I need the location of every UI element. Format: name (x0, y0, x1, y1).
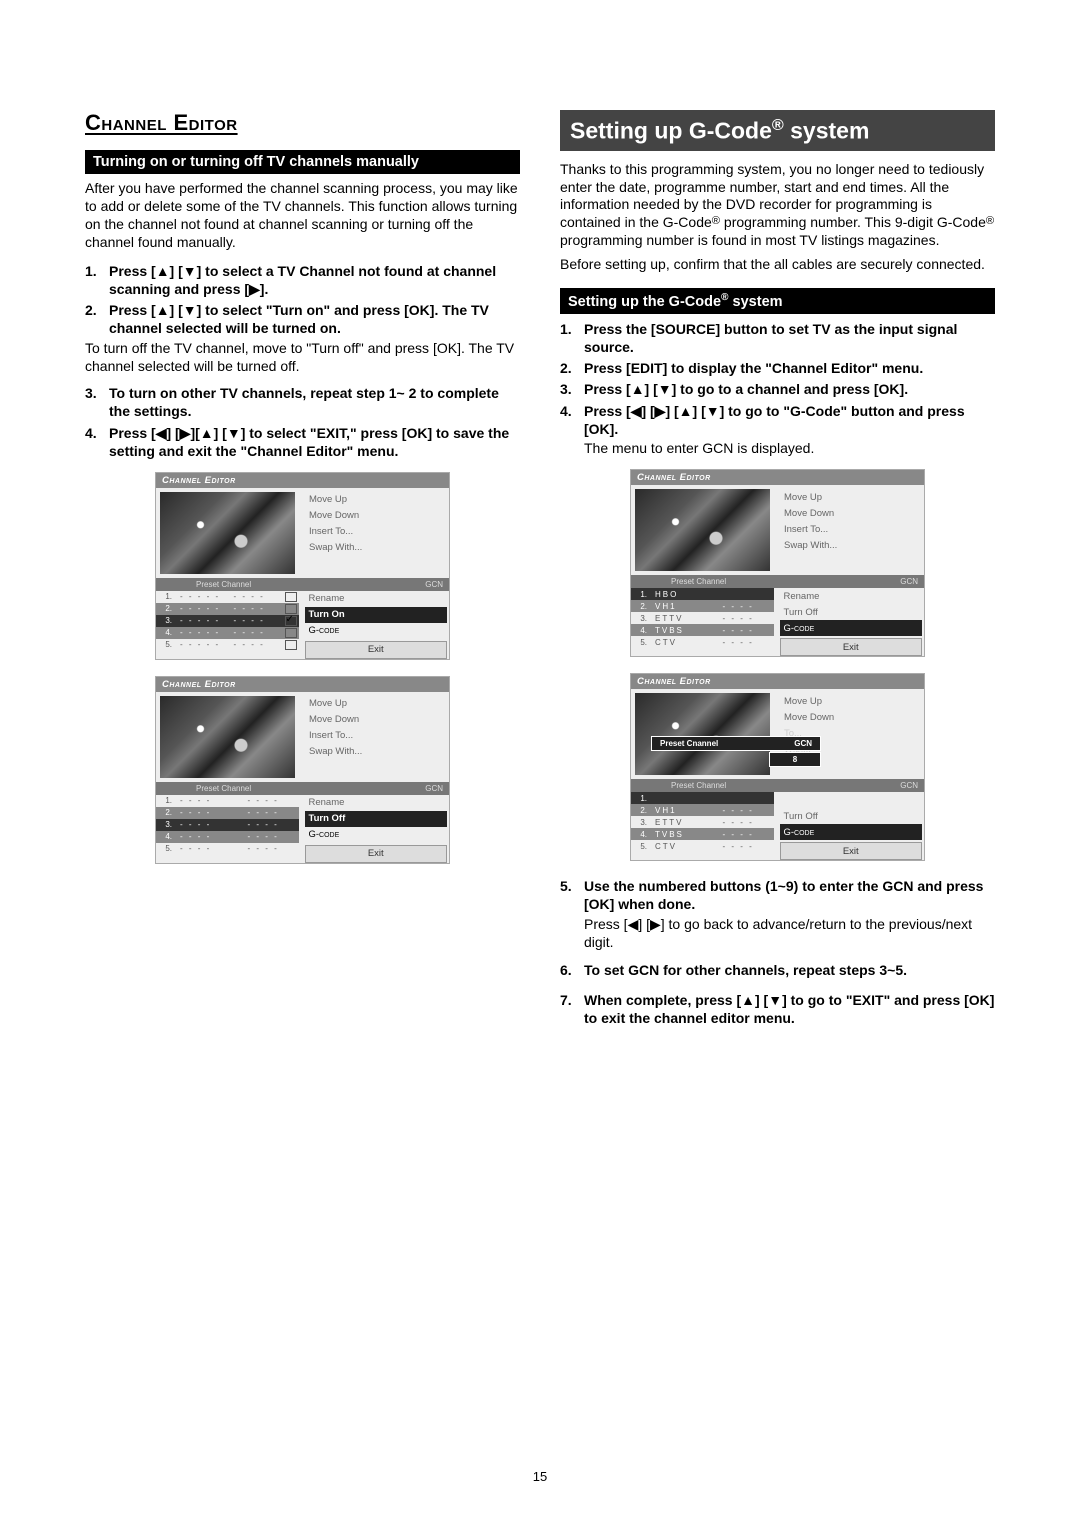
intro-paragraph-1: Thanks to this programming system, you n… (560, 161, 995, 251)
menu-gcode: G-code (305, 623, 448, 639)
ui-screenshot-gcn-input: Channel Editor Move Up Move Down To... W… (630, 673, 925, 861)
menu-swap-with: Swap With... (305, 540, 447, 556)
sub-title-bar-right: Setting up the G-Code® system (560, 288, 995, 314)
right-steps: Press the [SOURCE] button to set TV as t… (560, 320, 995, 457)
left-steps-cont: To turn on other TV channels, repeat ste… (85, 384, 520, 460)
menu-move-down: Move Down (305, 508, 447, 524)
right-column: Setting up G-Code® system Thanks to this… (560, 110, 995, 1031)
menu-exit: Exit (305, 641, 448, 659)
ui-screenshot-gcode-select: Channel Editor Move Up Move Down Insert … (630, 469, 925, 657)
intro-paragraph: After you have performed the channel sca… (85, 180, 520, 252)
ui-channel-list: 1.- - - - -- - - - 2.- - - - -- - - - 3.… (156, 591, 299, 659)
ui-side-menu: Move Up Move Down Insert To... Swap With… (299, 488, 449, 578)
left-steps: Press [▲] [▼] to select a TV Channel not… (85, 262, 520, 338)
step-2: Press [EDIT] to display the "Channel Edi… (560, 359, 995, 377)
step-4: Press [◀] [▶][▲] [▼] to select "EXIT," p… (85, 424, 520, 460)
step-4: Press [◀] [▶] [▲] [▼] to go to "G-Code" … (560, 402, 995, 458)
ui-title: Channel Editor (631, 470, 924, 485)
step-7: When complete, press [▲] [▼] to go to "E… (560, 991, 995, 1027)
ui-preview-image (160, 696, 295, 778)
step-3: To turn on other TV channels, repeat ste… (85, 384, 520, 420)
page-number: 15 (0, 1469, 1080, 1484)
gcn-overlay-value: 8 (769, 752, 821, 767)
left-column: Channel Editor Turning on or turning off… (85, 110, 520, 1031)
ui-side-menu: Move Up Move Down Insert To... Swap With… (774, 485, 924, 575)
menu-turn-off: Turn Off (305, 811, 448, 827)
hero-title: Setting up G-Code® system (560, 110, 995, 151)
menu-gcode-selected: G-code (780, 620, 923, 636)
ui-side-menu-2: Rename Turn Off G-code Exit (299, 795, 450, 863)
ui-side-menu-2: Rename Turn On G-code Exit (299, 591, 450, 659)
ui-channel-list: 1.- - - -- - - - 2.- - - -- - - - 3.- - … (156, 795, 299, 863)
ui-table-header: Preset ChannelGCN (156, 578, 449, 591)
menu-move-up: Move Up (305, 492, 447, 508)
step-6: To set GCN for other channels, repeat st… (560, 961, 995, 979)
right-steps-cont: Use the numbered buttons (1~9) to enter … (560, 877, 995, 1027)
ui-title: Channel Editor (156, 677, 449, 692)
ui-side-menu-2: Turn Off G-code Exit (774, 792, 925, 860)
ui-table-header: Preset ChannelGCN (156, 782, 449, 795)
step-1: Press [▲] [▼] to select a TV Channel not… (85, 262, 520, 298)
sub-title-bar: Turning on or turning off TV channels ma… (85, 150, 520, 174)
ui-channel-list: 1. 2.VH1- - - - 3.ETTV- - - - 4.TVBS- - … (631, 792, 774, 860)
ui-table-header: Preset ChannelGCN (631, 575, 924, 588)
step-1: Press the [SOURCE] button to set TV as t… (560, 320, 995, 356)
ui-screenshot-turn-off: Channel Editor Move Up Move Down Insert … (155, 676, 450, 864)
note-after-step2: To turn off the TV channel, move to "Tur… (85, 340, 520, 376)
menu-rename: Rename (305, 591, 448, 607)
step-5: Use the numbered buttons (1~9) to enter … (560, 877, 995, 951)
ui-preview-image (635, 693, 770, 775)
ui-side-menu: Move Up Move Down Insert To... Swap With… (299, 692, 449, 782)
intro-paragraph-2: Before setting up, confirm that the all … (560, 256, 995, 274)
ui-title: Channel Editor (156, 473, 449, 488)
ui-channel-list: 1.HBO 2.VH1- - - - 3.ETTV- - - - 4.TVBS-… (631, 588, 774, 656)
ui-preview-image (160, 492, 295, 574)
ui-table-header: Preset ChannelGCN (631, 779, 924, 792)
ui-preview-image (635, 489, 770, 571)
step-3: Press [▲] [▼] to go to a channel and pre… (560, 380, 995, 398)
gcn-overlay-header: Preset CnannelGCN (651, 736, 821, 751)
step-2: Press [▲] [▼] to select "Turn on" and pr… (85, 301, 520, 337)
ui-screenshot-turn-on: Channel Editor Move Up Move Down Insert … (155, 472, 450, 660)
menu-turn-on: Turn On (305, 607, 448, 623)
ui-side-menu-2: Rename Turn Off G-code Exit (774, 588, 925, 656)
ui-title: Channel Editor (631, 674, 924, 689)
section-title: Channel Editor (85, 110, 520, 136)
menu-insert-to: Insert To... (305, 524, 447, 540)
